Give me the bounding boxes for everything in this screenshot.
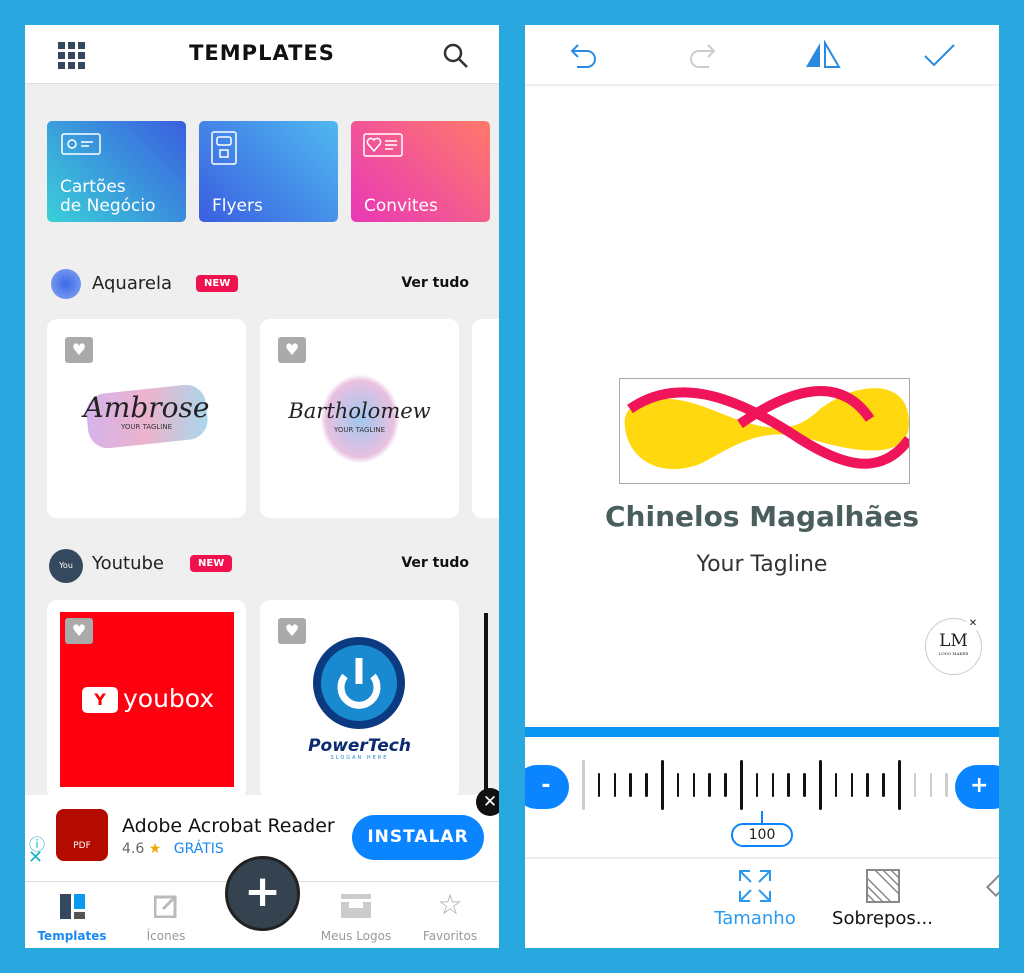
ruler-tick [913, 773, 917, 797]
watercolor-icon [51, 269, 81, 299]
progress-bar [525, 727, 999, 737]
youtube-icon: You [49, 549, 83, 583]
ruler-tick [898, 760, 901, 810]
acrobat-icon: PDF [56, 809, 108, 861]
new-badge: NEW [196, 275, 239, 292]
ruler-tick [929, 773, 933, 797]
template-card[interactable] [472, 319, 499, 518]
tab-templates[interactable]: Templates [25, 882, 119, 948]
tab-icons[interactable]: Ícones [119, 882, 213, 948]
category-flyers[interactable]: Flyers [199, 121, 338, 222]
ruler-tick [882, 773, 885, 797]
logo-name[interactable]: Chinelos Magalhães [525, 500, 999, 533]
ruler-tick [834, 773, 838, 797]
ruler-tick [676, 773, 680, 797]
new-badge: NEW [190, 555, 233, 572]
heart-icon[interactable]: ♥ [65, 618, 93, 644]
tray-icon [341, 894, 371, 918]
ruler-tick [692, 773, 696, 797]
undo-icon[interactable] [563, 39, 603, 71]
size-value: 100 [731, 823, 793, 847]
install-button[interactable]: INSTALAR [352, 815, 484, 860]
template-card[interactable]: ♥ PowerTech SLOGAN HERE [260, 600, 459, 799]
ruler-tick [708, 773, 711, 797]
ruler-tick [661, 760, 664, 810]
ruler-tick [755, 773, 759, 797]
tool-overlay[interactable]: Sobrepos... [825, 865, 940, 945]
ruler-tick [866, 773, 869, 797]
heart-icon[interactable]: ♥ [278, 337, 306, 363]
logo-tagline[interactable]: Your Tagline [525, 552, 999, 577]
tool-next-icon[interactable] [985, 872, 999, 898]
edit-icon [154, 894, 178, 918]
template-card[interactable]: ♥ Y youbox [47, 600, 246, 799]
category-invitations[interactable]: Convites [351, 121, 490, 222]
ruler-tick [597, 773, 601, 797]
editor-toolbar [525, 25, 999, 86]
ruler-tick [819, 760, 822, 810]
page-title: TEMPLATES [189, 41, 335, 65]
see-all-link[interactable]: Ver tudo [401, 275, 469, 291]
section-aquarela: Aquarela NEW Ver tudo [25, 265, 499, 305]
watermark[interactable]: LM LOGO MAKER ✕ [925, 617, 982, 675]
check-icon[interactable] [920, 39, 960, 71]
close-icon[interactable]: ✕ [476, 788, 499, 816]
ruler-tick [787, 773, 790, 797]
logo-selection[interactable] [619, 378, 914, 484]
create-button[interactable]: + [225, 856, 300, 931]
star-icon: ☆ [437, 888, 463, 921]
ruler-tick [740, 760, 743, 810]
size-ruler[interactable] [525, 760, 999, 810]
tool-size[interactable]: Tamanho [705, 865, 805, 945]
close-icon[interactable]: ✕ [966, 617, 980, 631]
header: TEMPLATES [25, 25, 499, 84]
ruler-tick [613, 773, 617, 797]
expand-icon [739, 870, 771, 902]
template-card[interactable]: ♥ Ambrose YOUR TAGLINE [47, 319, 246, 518]
hatch-icon [865, 869, 900, 903]
redo-icon[interactable] [683, 39, 723, 71]
ruler-tick [582, 760, 585, 810]
ruler-tick [945, 773, 948, 797]
templates-screen: TEMPLATES Cartões de Negócio Flyers Convi… [25, 25, 499, 948]
ruler-tick [771, 773, 775, 797]
category-business-cards[interactable]: Cartões de Negócio [47, 121, 186, 222]
see-all-link[interactable]: Ver tudo [401, 555, 469, 571]
heart-icon[interactable]: ♥ [65, 337, 93, 363]
ruler-tick [724, 773, 727, 797]
ruler-tick [850, 773, 854, 797]
tab-my-logos[interactable]: Meus Logos [309, 882, 403, 948]
template-card[interactable]: ♥ Bartholomew YOUR TAGLINE [260, 319, 459, 518]
ruler-tick [803, 773, 806, 797]
section-youtube: You Youtube NEW Ver tudo [25, 545, 499, 585]
scrollbar[interactable] [484, 613, 488, 795]
star-icon: ★ [148, 841, 162, 857]
flip-icon[interactable] [803, 39, 843, 71]
heart-icon[interactable]: ♥ [278, 618, 306, 644]
flip-flop-logo [624, 386, 914, 470]
close-ad-icon[interactable]: ✕ [28, 847, 43, 868]
tab-favorites[interactable]: ☆ Favoritos [403, 882, 497, 948]
editor-screen: Chinelos Magalhães Your Tagline LM LOGO M… [525, 25, 999, 948]
ruler-tick [645, 773, 648, 797]
search-icon[interactable] [443, 43, 469, 69]
ruler-tick [629, 773, 632, 797]
